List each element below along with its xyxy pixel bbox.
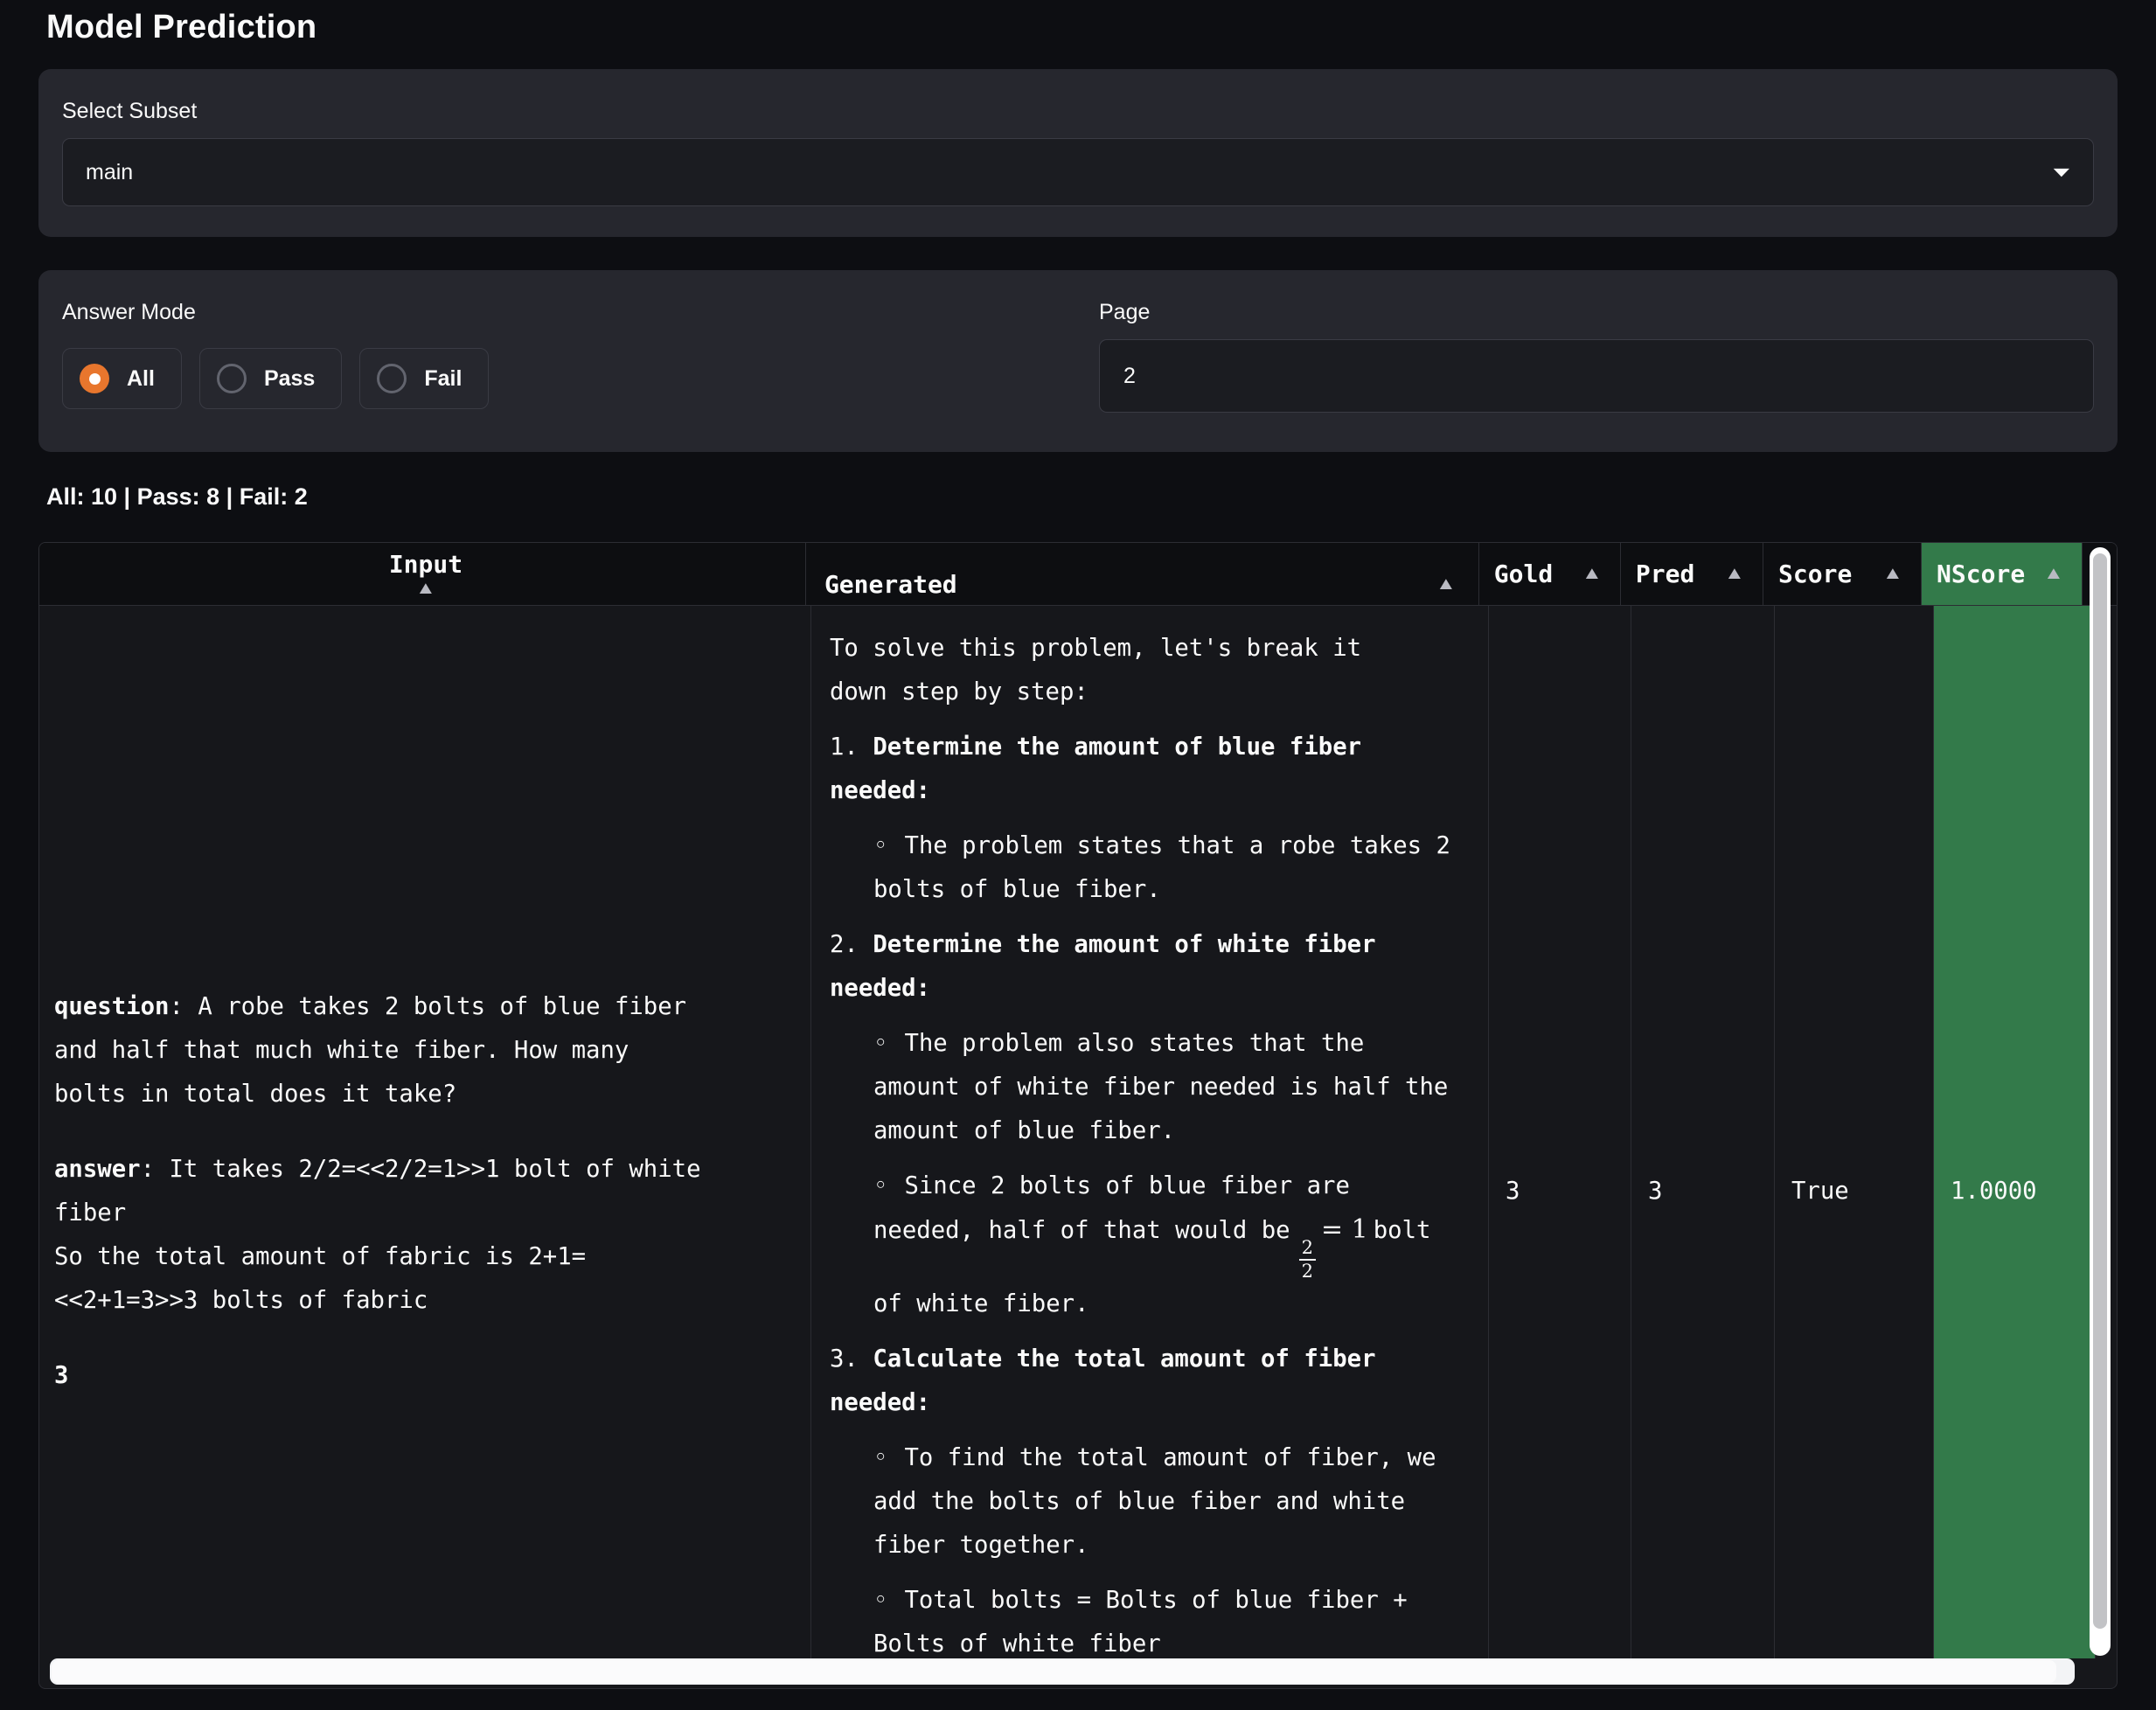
sort-asc-icon: ▲ (1882, 564, 1903, 584)
bullet-text: To find the total amount of fiber, we ad… (873, 1444, 1436, 1559)
fraction: 22 (1299, 1237, 1316, 1282)
bullet-icon: ◦ (873, 1172, 887, 1199)
bullet-text: The problem states that a robe takes 2 b… (873, 832, 1450, 903)
final-answer: 3 (54, 1354, 803, 1398)
sort-asc-icon: ▲ (415, 579, 436, 599)
step-title-text: Calculate the total amount of fiber need… (830, 1345, 1376, 1416)
column-label: Generated (824, 570, 957, 599)
page-input[interactable]: 2 (1099, 339, 2094, 413)
radio-label: Pass (264, 366, 315, 392)
filter-card: Answer Mode All Pass Fail Page 2 (38, 270, 2118, 452)
cell-gold: 3 (1489, 606, 1631, 1658)
step-title-text: Determine the amount of blue fiber neede… (830, 733, 1361, 804)
column-header-gold[interactable]: Gold ▲ (1479, 543, 1621, 605)
chevron-down-icon: ▼ (2048, 165, 2076, 179)
page-title: Model Prediction (46, 9, 2118, 46)
sort-asc-icon: ▲ (2043, 564, 2064, 584)
radio-selected-icon (80, 364, 109, 393)
sort-asc-icon: ▲ (1724, 564, 1745, 584)
page-label: Page (1099, 300, 2094, 325)
column-header-input[interactable]: Input ▲ (39, 543, 806, 605)
cell-generated: To solve this problem, let's break it do… (811, 606, 1489, 1658)
bullet-item: ◦To find the total amount of fiber, we a… (873, 1436, 1464, 1568)
bullet-item-math: ◦Since 2 bolts of blue fiber are needed,… (873, 1164, 1464, 1326)
answer-mode-label: Answer Mode (62, 300, 1057, 325)
page-field-group: Page 2 (1099, 300, 2094, 422)
column-header-pred[interactable]: Pred ▲ (1621, 543, 1763, 605)
step-number: 3. (830, 1345, 873, 1373)
bullet-icon: ◦ (873, 832, 887, 859)
bullet-item: ◦The problem also states that the amount… (873, 1022, 1464, 1153)
step-number: 2. (830, 931, 873, 958)
bullet-icon: ◦ (873, 1030, 887, 1057)
bullet-text: The problem also states that the amount … (873, 1030, 1448, 1144)
fraction-denominator: 2 (1299, 1261, 1316, 1282)
step-3-title: 3. Calculate the total amount of fiber n… (830, 1338, 1464, 1425)
cell-score: True (1775, 606, 1934, 1658)
stats-summary: All: 10 | Pass: 8 | Fail: 2 (46, 483, 2118, 511)
radio-label: Fail (424, 366, 462, 392)
step-2-title: 2. Determine the amount of white fiber n… (830, 923, 1464, 1011)
horizontal-scrollbar-thumb[interactable] (52, 1660, 2056, 1683)
radio-option-fail[interactable]: Fail (359, 348, 489, 409)
answer-text: : It takes 2/2=<<2/2=1>>1 bolt of white … (54, 1156, 701, 1314)
column-label: Pred (1636, 560, 1694, 588)
radio-unselected-icon (377, 364, 407, 393)
sort-asc-icon: ▲ (1436, 574, 1457, 594)
column-label: Gold (1494, 560, 1553, 588)
bullet-icon: ◦ (873, 1587, 887, 1614)
answer-mode-options: All Pass Fail (62, 348, 1057, 409)
column-header-nscore[interactable]: NScore ▲ (1922, 543, 2083, 605)
nscore-value: 1.0000 (1951, 1170, 2037, 1213)
bullet-icon: ◦ (873, 1444, 887, 1471)
answer-key: answer (54, 1156, 141, 1183)
generated-intro: To solve this problem, let's break it do… (830, 627, 1464, 714)
step-title-text: Determine the amount of white fiber need… (830, 931, 1376, 1002)
final-answer-value: 3 (54, 1362, 68, 1389)
app-root: Model Prediction Select Subset main ▼ An… (0, 0, 2156, 1689)
column-header-score[interactable]: Score ▲ (1763, 543, 1922, 605)
answer-paragraph: answer: It takes 2/2=<<2/2=1>>1 bolt of … (54, 1148, 803, 1323)
radio-label: All (127, 366, 155, 392)
radio-option-pass[interactable]: Pass (199, 348, 342, 409)
results-table: Input ▲ Generated ▲ Gold ▲ Pred ▲ Score … (38, 542, 2118, 1689)
subset-select-value: main (86, 160, 133, 185)
answer-mode-group: Answer Mode All Pass Fail (62, 300, 1057, 422)
column-header-generated[interactable]: Generated ▲ (806, 543, 1479, 605)
fraction-equals: = 1 (1321, 1214, 1368, 1245)
table-body: question: A robe takes 2 bolts of blue f… (39, 606, 2117, 1658)
table-header-row: Input ▲ Generated ▲ Gold ▲ Pred ▲ Score … (39, 543, 2117, 606)
cell-input: question: A robe takes 2 bolts of blue f… (39, 606, 811, 1658)
subset-select[interactable]: main ▼ (62, 138, 2094, 206)
bullet-item: ◦The problem states that a robe takes 2 … (873, 824, 1464, 912)
page-input-value: 2 (1123, 364, 1136, 389)
question-paragraph: question: A robe takes 2 bolts of blue f… (54, 985, 803, 1116)
horizontal-scrollbar-track[interactable] (50, 1658, 2075, 1685)
cell-nscore: 1.0000 (1934, 606, 2096, 1658)
bullet-item: ◦Total bolts = Bolts of blue fiber + Bol… (873, 1579, 1464, 1658)
radio-unselected-icon (217, 364, 247, 393)
subset-label: Select Subset (62, 99, 2094, 124)
score-value: True (1791, 1170, 1849, 1213)
vertical-scrollbar-thumb[interactable] (2093, 553, 2107, 1629)
step-number: 1. (830, 733, 873, 761)
sort-asc-icon: ▲ (1582, 564, 1603, 584)
bullet-text: Total bolts = Bolts of blue fiber + Bolt… (873, 1587, 1408, 1658)
column-label: Score (1778, 560, 1852, 588)
fraction-numerator: 2 (1299, 1237, 1316, 1259)
column-label: NScore (1937, 560, 2025, 588)
radio-option-all[interactable]: All (62, 348, 182, 409)
step-1-title: 1. Determine the amount of blue fiber ne… (830, 726, 1464, 813)
subset-card: Select Subset main ▼ (38, 69, 2118, 237)
gold-value: 3 (1506, 1170, 1520, 1213)
question-key: question (54, 993, 169, 1020)
cell-pred: 3 (1631, 606, 1775, 1658)
column-label: Input (389, 550, 462, 579)
math-bullet-pre: Since 2 bolts of blue fiber are needed, … (873, 1172, 1350, 1244)
pred-value: 3 (1648, 1170, 1662, 1213)
vertical-scrollbar-track[interactable] (2090, 547, 2111, 1656)
